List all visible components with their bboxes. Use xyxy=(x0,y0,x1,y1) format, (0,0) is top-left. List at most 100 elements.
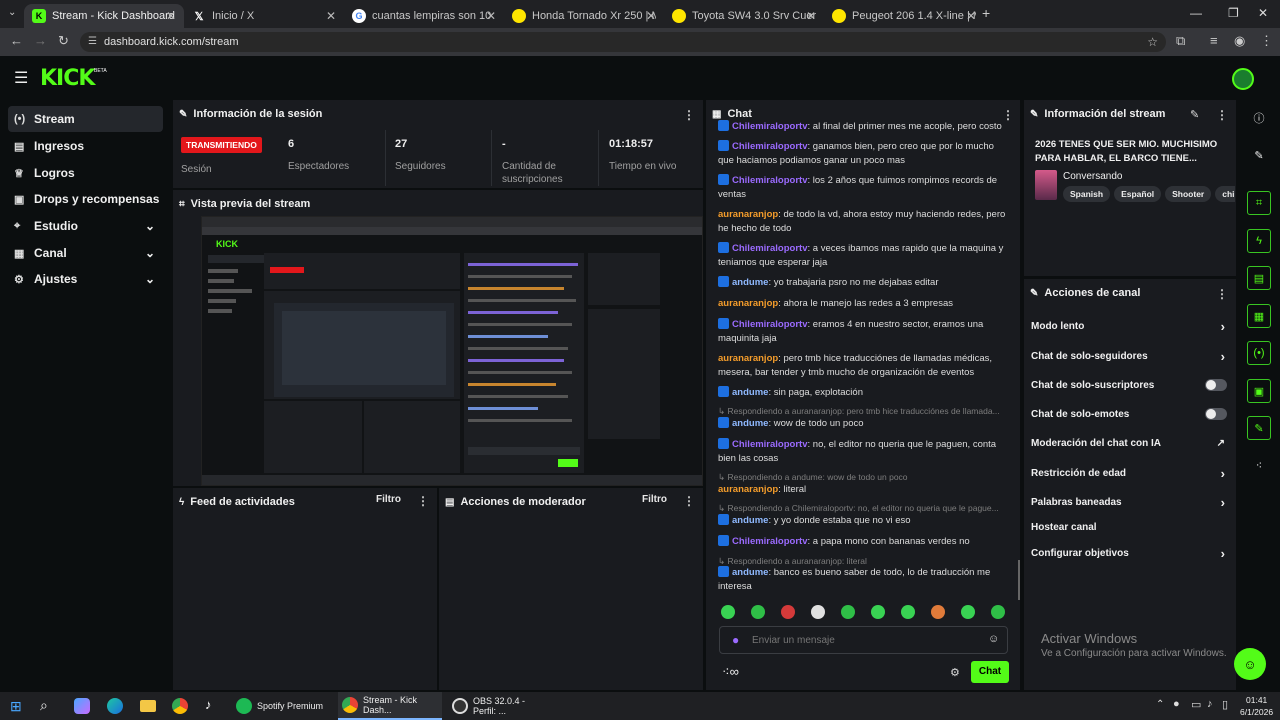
edit-layout-icon[interactable]: ✎ xyxy=(1247,143,1271,167)
address-bar[interactable]: ☰ dashboard.kick.com/stream ☆ xyxy=(80,32,1166,52)
close-icon[interactable]: ✕ xyxy=(966,9,976,23)
info-icon[interactable]: ⓘ xyxy=(1247,106,1271,130)
sidebar-item-logros[interactable]: ♕ Logros xyxy=(8,160,163,186)
emote-icon[interactable] xyxy=(931,605,945,619)
close-icon[interactable]: ✕ xyxy=(806,9,816,23)
sidebar-item-drops[interactable]: ▣ Drops y recompensas xyxy=(8,186,163,212)
emotes-only-toggle[interactable] xyxy=(1205,408,1227,420)
send-chat-button[interactable]: Chat xyxy=(971,661,1009,683)
close-icon[interactable]: ✕ xyxy=(166,9,176,23)
close-icon[interactable]: ✕ xyxy=(486,9,496,23)
browser-tab-google[interactable]: G cuantas lempiras son 100.000 - ✕ xyxy=(344,4,504,28)
filter-button[interactable]: Filtro xyxy=(376,494,401,505)
taskbar-app-obs[interactable]: OBS 32.0.4 - Perfil: ... xyxy=(448,692,548,720)
tag-chip[interactable]: Spanish xyxy=(1063,186,1111,202)
chrome-icon[interactable] xyxy=(172,698,188,714)
microphone-icon[interactable]: ● xyxy=(732,633,739,647)
emote-icon[interactable] xyxy=(721,605,735,619)
emote-icon[interactable] xyxy=(751,605,765,619)
back-icon[interactable]: ← xyxy=(10,33,23,48)
taskbar-date[interactable]: 6/1/2026 xyxy=(1240,707,1273,717)
taskbar-app-chrome[interactable]: Stream - Kick Dash... xyxy=(338,692,442,720)
action-age-restriction[interactable]: Restricción de edad › xyxy=(1031,464,1229,482)
windows-start-icon[interactable]: ⊞ xyxy=(10,698,22,715)
kick-points-rail-icon[interactable]: ⁖ xyxy=(1247,453,1271,477)
tiktok-icon[interactable]: ♪ xyxy=(205,697,212,712)
user-avatar[interactable] xyxy=(1232,68,1254,90)
search-icon[interactable]: ⌕ xyxy=(40,697,48,714)
emote-icon[interactable] xyxy=(811,605,825,619)
emote-icon[interactable] xyxy=(991,605,1005,619)
broadcast-toggle-icon[interactable]: (•) xyxy=(1247,341,1271,365)
edge-icon[interactable] xyxy=(107,698,123,714)
action-banned-words[interactable]: Palabras baneadas › xyxy=(1031,493,1229,511)
microphone-tray-icon[interactable]: ● xyxy=(1173,698,1180,710)
browser-tab-peugeot[interactable]: Peugeot 206 1.4 X-line | Merca ✕ xyxy=(824,4,984,28)
extensions-icon[interactable]: ⧉ xyxy=(1176,33,1185,49)
subscribers-only-toggle[interactable] xyxy=(1205,379,1227,391)
emoji-picker-icon[interactable]: ☺ xyxy=(988,633,999,645)
emote-icon[interactable] xyxy=(781,605,795,619)
reply-reference[interactable]: ↳ Respondiendo a Chilemiraloportv: no, e… xyxy=(718,503,1006,514)
restore-icon[interactable]: ❐ xyxy=(1228,6,1239,20)
browser-menu-icon[interactable]: ⋮ xyxy=(1260,33,1273,49)
activity-toggle-icon[interactable]: ϟ xyxy=(1247,229,1271,253)
chat-username[interactable]: Chilemiraloportv xyxy=(732,121,808,132)
sidebar-item-canal[interactable]: ▦ Canal ⌄ xyxy=(8,240,163,266)
tab-list-icon[interactable]: ⌄ xyxy=(8,7,16,18)
more-options-icon[interactable]: ⋮ xyxy=(1216,287,1228,301)
more-options-icon[interactable]: ⋮ xyxy=(683,108,695,122)
browser-tab-x[interactable]: 𝕏 Inicio / X ✕ xyxy=(184,4,344,28)
reply-reference[interactable]: ↳ Respondiendo a auranaranjop: pero tmb … xyxy=(718,406,1006,417)
volume-icon[interactable]: ♪ xyxy=(1207,698,1213,710)
action-host-channel[interactable]: Hostear canal xyxy=(1031,518,1229,536)
chat-username[interactable]: andume xyxy=(732,387,768,398)
mod-actions-toggle-icon[interactable]: ▤ xyxy=(1247,266,1271,290)
action-ai-moderation[interactable]: Moderación del chat con IA ↗ xyxy=(1031,434,1229,452)
site-info-icon[interactable]: ☰ xyxy=(88,32,97,52)
file-explorer-icon[interactable] xyxy=(140,700,156,712)
battery-icon[interactable]: ▯ xyxy=(1222,698,1228,711)
channel-actions-toggle-icon[interactable]: ✎ xyxy=(1247,416,1271,440)
taskbar-time[interactable]: 01:41 xyxy=(1246,695,1267,705)
chat-username[interactable]: andume xyxy=(732,418,768,429)
reply-reference[interactable]: ↳ Respondiendo a andume: wow de todo un … xyxy=(718,472,1006,483)
sidebar-item-stream[interactable]: (•) Stream xyxy=(8,106,163,132)
browser-tab-toyota[interactable]: Toyota SW4 3.0 Srv Cuero I 17 ✕ xyxy=(664,4,824,28)
preview-toggle-icon[interactable]: ⌗ xyxy=(1247,191,1271,215)
close-window-icon[interactable]: ✕ xyxy=(1258,6,1268,20)
kick-points-icon[interactable]: ⁖∞ xyxy=(722,664,739,680)
close-icon[interactable]: ✕ xyxy=(326,9,336,23)
tag-chip[interactable]: chill xyxy=(1215,186,1235,202)
tray-overflow-icon[interactable]: ⌃ xyxy=(1156,699,1164,710)
chat-input-box[interactable]: ● ☺ xyxy=(719,626,1008,654)
chat-message-input[interactable] xyxy=(752,632,972,648)
chat-username[interactable]: Chilemiraloportv xyxy=(732,141,808,152)
sidebar-item-ingresos[interactable]: ▤ Ingresos xyxy=(8,133,163,159)
chat-username[interactable]: andume xyxy=(732,567,768,578)
session-toggle-icon[interactable]: ▣ xyxy=(1247,379,1271,403)
chat-username[interactable]: Chilemiraloportv xyxy=(732,536,808,547)
support-chat-button[interactable]: ☺ xyxy=(1234,648,1266,680)
stream-preview-video[interactable]: KICK xyxy=(201,216,703,486)
copilot-icon[interactable] xyxy=(74,698,90,714)
more-options-icon[interactable]: ⋮ xyxy=(417,494,429,508)
sidebar-item-ajustes[interactable]: ⚙ Ajustes ⌄ xyxy=(8,266,163,292)
more-options-icon[interactable]: ⋮ xyxy=(683,494,695,508)
chat-username[interactable]: Chilemiraloportv xyxy=(732,243,808,254)
tag-chip[interactable]: Español xyxy=(1114,186,1162,202)
tag-chip[interactable]: Shooter xyxy=(1165,186,1212,202)
chat-username[interactable]: andume xyxy=(732,277,768,288)
minimize-icon[interactable]: — xyxy=(1190,6,1202,20)
emote-icon[interactable] xyxy=(841,605,855,619)
chat-username[interactable]: auranaranjop xyxy=(718,353,778,364)
edit-icon[interactable]: ✎ xyxy=(1190,108,1199,121)
new-tab-icon[interactable]: + xyxy=(982,5,990,21)
network-icon[interactable]: ▭ xyxy=(1191,698,1201,711)
media-control-icon[interactable]: ≡ xyxy=(1210,33,1218,48)
chat-username[interactable]: andume xyxy=(732,515,768,526)
more-options-icon[interactable]: ⋮ xyxy=(1216,108,1228,122)
chat-username[interactable]: Chilemiraloportv xyxy=(732,175,808,186)
bookmark-star-icon[interactable]: ☆ xyxy=(1147,32,1158,52)
emote-icon[interactable] xyxy=(901,605,915,619)
